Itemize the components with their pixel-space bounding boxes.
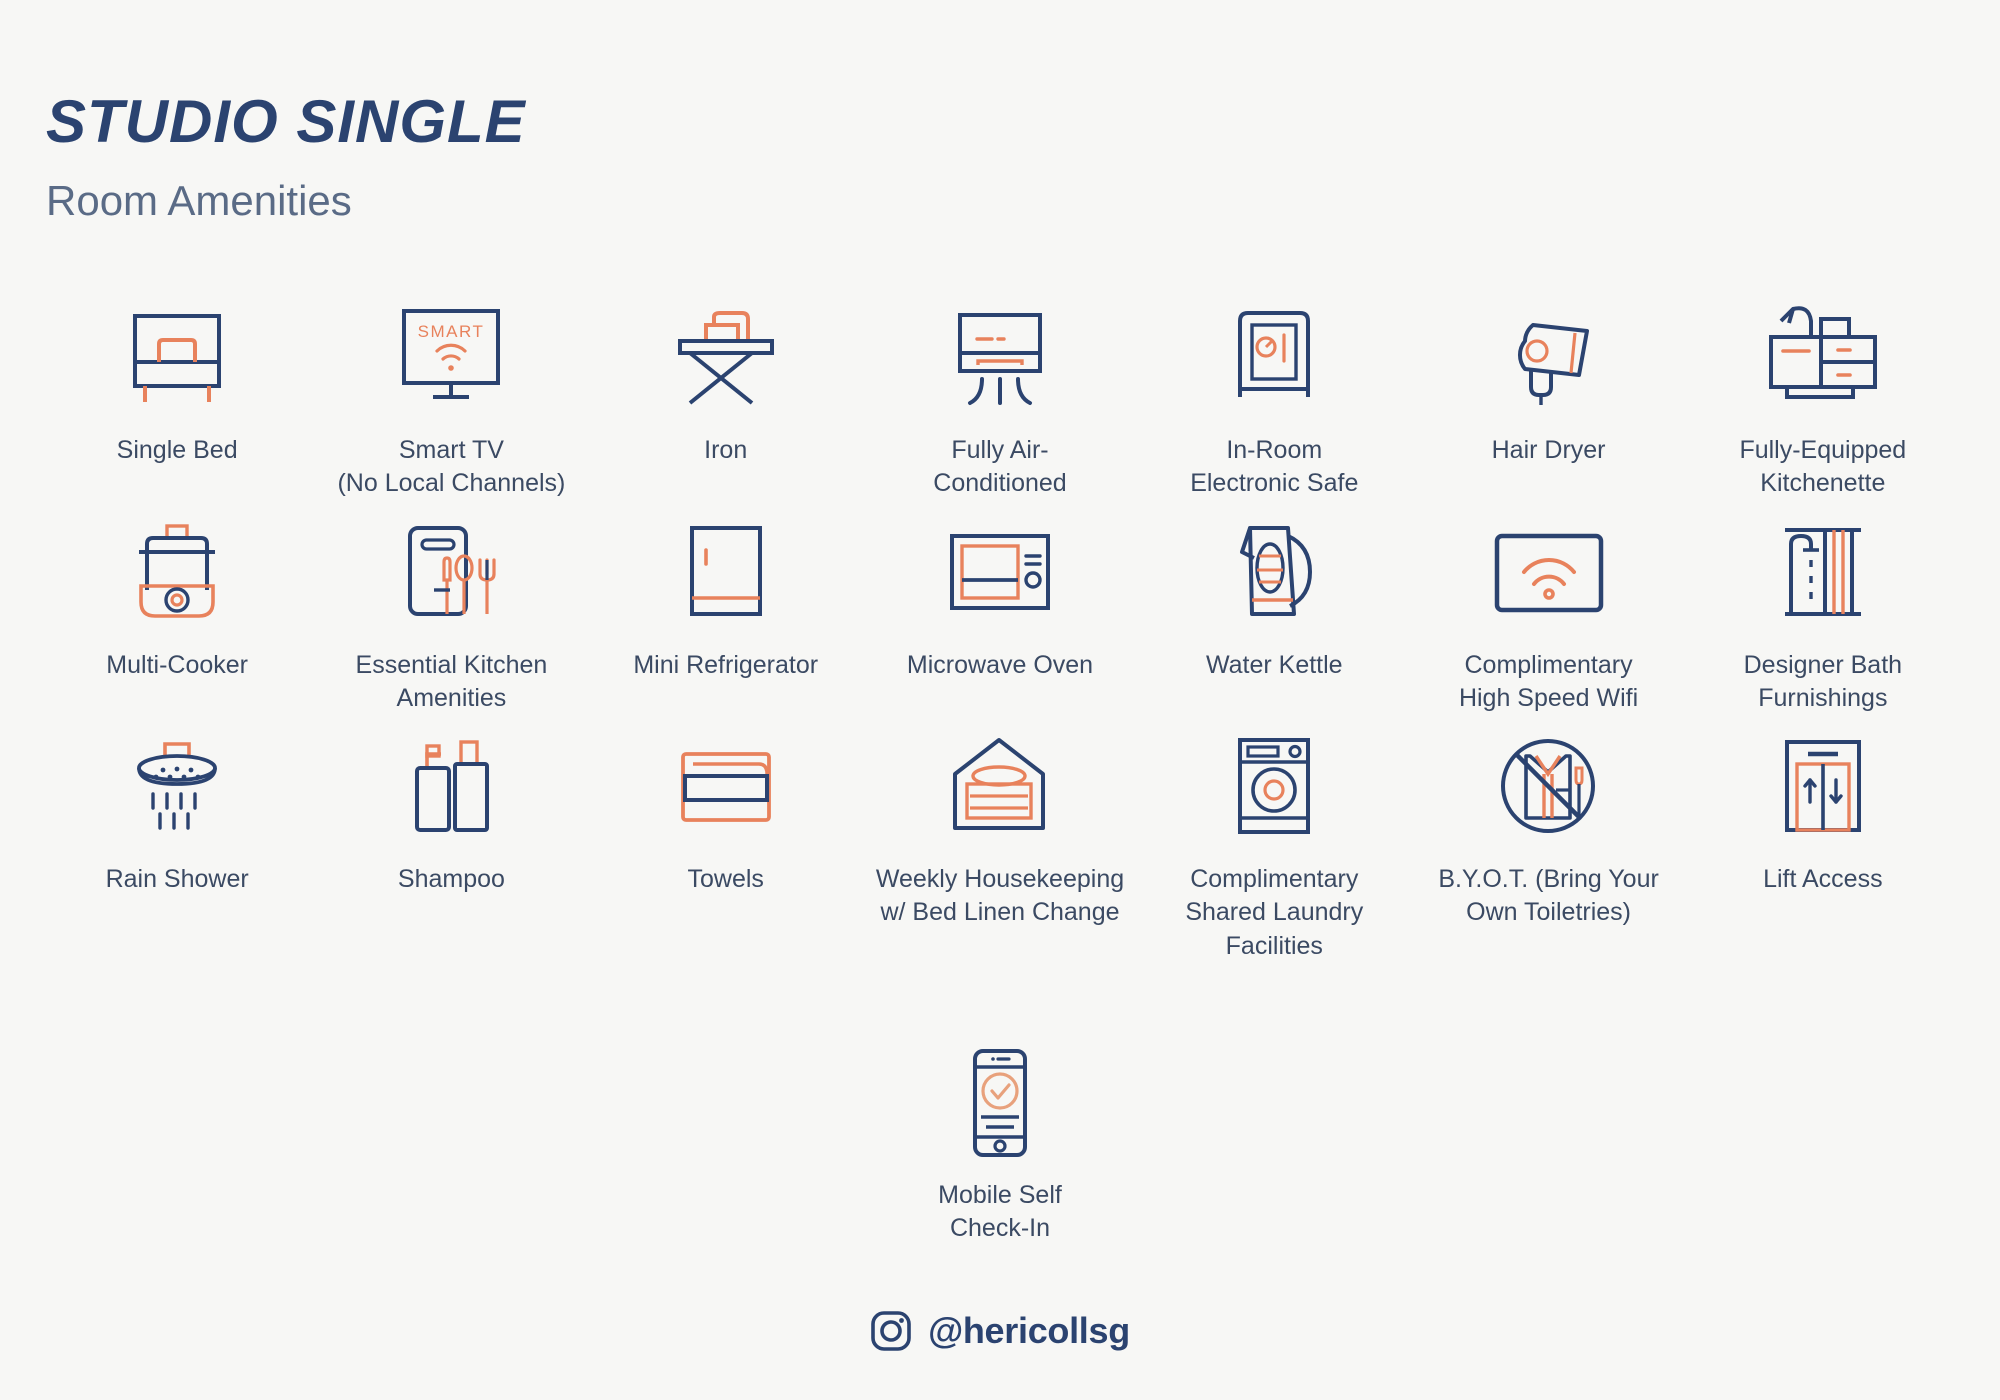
- iron-icon: [666, 300, 786, 418]
- amenity-label: Complimentary Shared Laundry Facilities: [1185, 865, 1364, 960]
- amenity-item-kitchen-amenities: Essential Kitchen Amenities: [314, 515, 588, 716]
- amenity-label: Complimentary High Speed Wifi: [1458, 650, 1639, 712]
- amenity-label: Iron: [704, 436, 748, 464]
- amenity-item-kettle: Water Kettle: [1137, 515, 1411, 716]
- amenity-item-laundry: Complimentary Shared Laundry Facilities: [1137, 729, 1411, 963]
- bath-furnishings-icon: [1763, 515, 1883, 633]
- amenity-label: Fully Air- Conditioned: [933, 436, 1067, 498]
- amenity-label: Shampoo: [397, 865, 505, 893]
- amenity-item-lift: Lift Access: [1686, 729, 1960, 963]
- wifi-icon: [1479, 515, 1619, 633]
- amenity-item-towels: Towels: [589, 729, 863, 963]
- amenities-grid: Single Bed SMART Smart TV (No Local Chan…: [40, 300, 1960, 963]
- amenity-label: Designer Bath Furnishings: [1743, 650, 1903, 712]
- amenity-item-refrigerator: Mini Refrigerator: [589, 515, 863, 716]
- no-toiletries-icon: [1486, 729, 1612, 847]
- page-subtitle: Room Amenities: [46, 177, 352, 224]
- amenity-item-mobile-checkin: Mobile Self Check-In: [863, 1045, 1137, 1246]
- air-conditioner-icon: [940, 300, 1060, 418]
- amenity-item-rain-shower: Rain Shower: [40, 729, 314, 963]
- bed-icon: [117, 300, 237, 418]
- shampoo-icon: [391, 729, 511, 847]
- rain-shower-icon: [117, 729, 237, 847]
- microwave-icon: [936, 515, 1064, 633]
- safe-icon: [1214, 300, 1334, 418]
- amenity-item-multi-cooker: Multi-Cooker: [40, 515, 314, 716]
- amenity-item-housekeeping: Weekly Housekeeping w/ Bed Linen Change: [863, 729, 1137, 963]
- towels-icon: [663, 729, 789, 847]
- housekeeping-icon: [937, 729, 1063, 847]
- hair-dryer-icon: [1487, 300, 1611, 418]
- kettle-icon: [1214, 515, 1334, 633]
- amenity-label: Fully-Equipped Kitchenette: [1739, 436, 1907, 498]
- amenity-label: Single Bed: [116, 436, 238, 464]
- amenity-item-smart-tv: SMART Smart TV (No Local Channels): [314, 300, 588, 501]
- amenity-item-microwave: Microwave Oven: [863, 515, 1137, 716]
- lift-icon: [1763, 729, 1883, 847]
- instagram-icon[interactable]: [870, 1310, 912, 1352]
- amenity-item-byot: B.Y.O.T. (Bring Your Own Toiletries): [1411, 729, 1685, 963]
- footer: @hericollsg: [0, 1310, 2000, 1352]
- amenity-label: Rain Shower: [105, 865, 249, 893]
- svg-text:SMART: SMART: [418, 322, 485, 341]
- amenity-label: Microwave Oven: [906, 650, 1094, 679]
- amenity-label: Water Kettle: [1205, 650, 1343, 679]
- mobile-checkin-icon: [945, 1045, 1055, 1163]
- amenity-label: In-Room Electronic Safe: [1190, 436, 1359, 498]
- amenity-item-iron: Iron: [589, 300, 863, 501]
- amenity-label: Smart TV (No Local Channels): [337, 436, 566, 498]
- amenity-label: B.Y.O.T. (Bring Your Own Toiletries): [1438, 865, 1659, 927]
- amenity-item-wifi: Complimentary High Speed Wifi: [1411, 515, 1685, 716]
- amenity-label: Essential Kitchen Amenities: [355, 650, 548, 712]
- multi-cooker-icon: [117, 515, 237, 633]
- amenity-label: Lift Access: [1763, 865, 1883, 893]
- laundry-icon: [1214, 729, 1334, 847]
- amenity-item-air-conditioned: Fully Air- Conditioned: [863, 300, 1137, 501]
- kitchenette-icon: [1753, 300, 1893, 418]
- amenity-item-single-bed: Single Bed: [40, 300, 314, 501]
- smart-tv-icon: SMART: [388, 300, 514, 418]
- amenity-label: Mobile Self Check-In: [938, 1181, 1062, 1243]
- amenity-label: Mini Refrigerator: [633, 650, 819, 679]
- amenity-label: Hair Dryer: [1491, 436, 1606, 464]
- amenity-item-kitchenette: Fully-Equipped Kitchenette: [1686, 300, 1960, 501]
- amenity-item-bath-furnishings: Designer Bath Furnishings: [1686, 515, 1960, 716]
- amenities-grid-last-row: Mobile Self Check-In: [0, 1045, 2000, 1246]
- instagram-handle[interactable]: @hericollsg: [928, 1310, 1130, 1352]
- amenity-label: Weekly Housekeeping w/ Bed Linen Change: [875, 865, 1125, 927]
- amenities-infographic: STUDIO SINGLE Room Amenities Single Bed: [0, 0, 2000, 1400]
- refrigerator-icon: [666, 515, 786, 633]
- kitchen-utensils-icon: [388, 515, 514, 633]
- amenity-item-safe: In-Room Electronic Safe: [1137, 300, 1411, 501]
- amenity-item-shampoo: Shampoo: [314, 729, 588, 963]
- amenity-item-hair-dryer: Hair Dryer: [1411, 300, 1685, 501]
- header: STUDIO SINGLE Room Amenities: [46, 92, 526, 222]
- amenity-label: Multi-Cooker: [106, 650, 248, 679]
- amenity-label: Towels: [687, 865, 764, 893]
- page-title: STUDIO SINGLE: [46, 88, 526, 155]
